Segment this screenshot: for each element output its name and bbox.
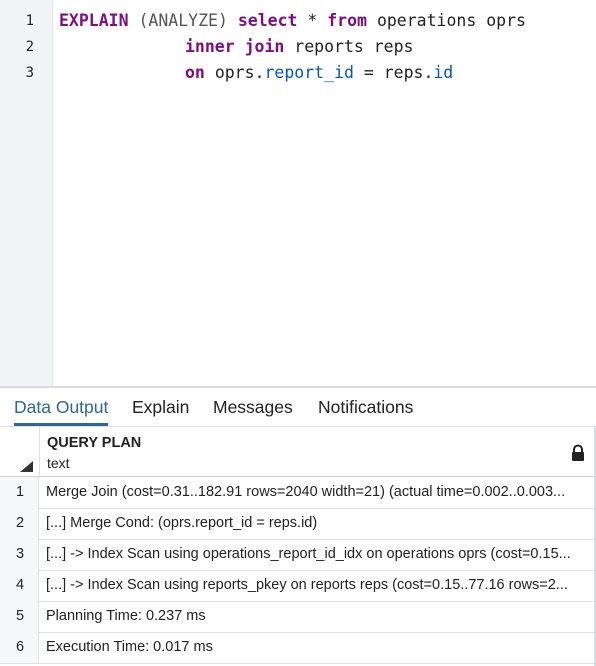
sql-keyword: on (185, 63, 205, 82)
sql-alias: reps. (383, 63, 434, 82)
row-number[interactable]: 4 (0, 570, 39, 601)
table-row[interactable]: 2 [...] Merge Cond: (oprs.report_id = re… (0, 508, 594, 540)
tab-explain[interactable]: Explain (132, 388, 189, 425)
table-row[interactable]: 5 Planning Time: 0.237 ms (0, 601, 594, 633)
query-plan-cell[interactable]: [...] Merge Cond: (oprs.report_id = reps… (46, 508, 588, 539)
output-tabs: Data Output Explain Messages Notificatio… (0, 388, 596, 427)
line-number: 2 (25, 39, 34, 55)
select-all-corner[interactable] (0, 427, 40, 476)
sql-keyword: inner join (185, 37, 285, 56)
table-row[interactable]: 1 Merge Join (cost=0.31..182.91 rows=204… (0, 477, 594, 509)
sql-keyword: from (327, 11, 367, 30)
sql-alias: oprs. (214, 63, 265, 82)
sql-operator: = (363, 63, 374, 82)
sql-column: id (433, 63, 454, 82)
row-number[interactable]: 6 (0, 632, 39, 663)
code-line-3[interactable]: on oprs.report_id = reps.id (185, 63, 453, 82)
query-plan-cell[interactable]: Execution Time: 0.017 ms (46, 632, 588, 663)
column-header-name[interactable]: QUERY PLAN (47, 435, 141, 451)
sql-keyword: EXPLAIN (59, 11, 129, 30)
column-header-type: text (47, 455, 70, 471)
sql-table: operations oprs (376, 11, 526, 30)
line-number: 1 (25, 13, 34, 29)
table-row[interactable]: 4 [...] -> Index Scan using reports_pkey… (0, 570, 594, 602)
row-number[interactable]: 1 (0, 477, 39, 508)
grid-header: QUERY PLAN text (0, 427, 594, 477)
line-number: 3 (25, 65, 34, 81)
code-line-2[interactable]: inner join reports reps (185, 37, 414, 56)
sql-analyze-option: (ANALYZE) (138, 11, 228, 30)
sql-keyword: select (237, 11, 298, 30)
result-grid: QUERY PLAN text 1 Merge Join (cost=0.31.… (0, 427, 594, 666)
sql-editor[interactable]: 1 2 3 EXPLAIN (ANALYZE) select * from op… (0, 0, 596, 386)
corner-triangle-icon (20, 461, 33, 472)
row-number[interactable]: 2 (0, 508, 39, 539)
code-line-1[interactable]: EXPLAIN (ANALYZE) select * from operatio… (59, 11, 526, 30)
sql-star: * (307, 11, 318, 30)
line-number-gutter: 1 2 3 (0, 0, 53, 386)
query-plan-cell[interactable]: [...] -> Index Scan using operations_rep… (46, 539, 588, 570)
tab-notifications[interactable]: Notifications (318, 388, 413, 425)
row-number[interactable]: 5 (0, 601, 39, 632)
table-row[interactable]: 6 Execution Time: 0.017 ms (0, 632, 594, 664)
sql-table: reports reps (294, 37, 414, 56)
tab-messages[interactable]: Messages (213, 388, 293, 425)
tab-data-output[interactable]: Data Output (14, 388, 109, 426)
lock-icon (572, 444, 584, 461)
query-plan-cell[interactable]: [...] -> Index Scan using reports_pkey o… (46, 570, 588, 601)
row-number[interactable]: 3 (0, 539, 39, 570)
query-plan-cell[interactable]: Merge Join (cost=0.31..182.91 rows=2040 … (46, 477, 588, 508)
table-row[interactable]: 3 [...] -> Index Scan using operations_r… (0, 539, 594, 571)
sql-column: report_id (264, 63, 354, 82)
query-plan-cell[interactable]: Planning Time: 0.237 ms (46, 601, 588, 632)
